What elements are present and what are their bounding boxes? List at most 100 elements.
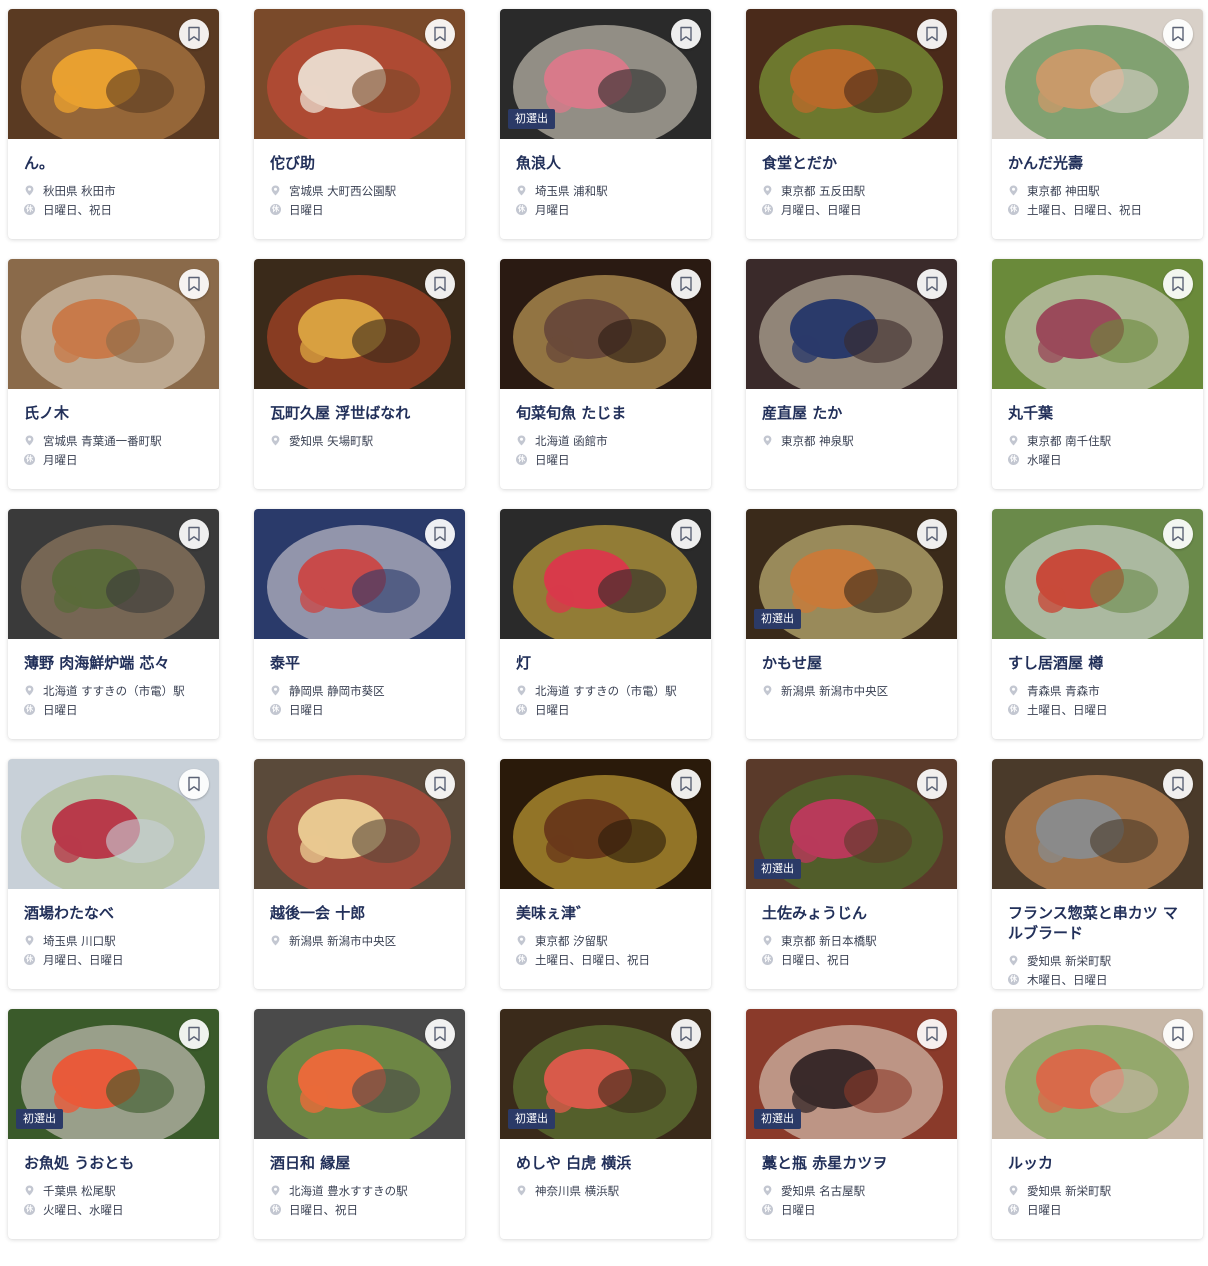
restaurant-card[interactable]: かんだ光壽 東京都 神田駅 休 土曜日、日曜日、祝日 xyxy=(992,9,1203,239)
holiday-row: 休 月曜日 xyxy=(516,200,695,219)
restaurant-name: かもせ屋 xyxy=(762,654,823,672)
bookmark-button[interactable] xyxy=(179,1019,209,1049)
bookmark-button[interactable] xyxy=(179,269,209,299)
holiday-row: 休 土曜日、日曜日、祝日 xyxy=(1008,200,1187,219)
restaurant-card[interactable]: 初選出 めしや 白虎 横浜 神奈川県 横浜駅 xyxy=(500,1009,711,1239)
bookmark-button[interactable] xyxy=(425,769,455,799)
restaurant-photo[interactable] xyxy=(992,509,1203,639)
bookmark-button[interactable] xyxy=(917,769,947,799)
restaurant-name: お魚処 うおとも xyxy=(24,1154,135,1172)
location-text: 埼玉県 浦和駅 xyxy=(535,183,608,198)
restaurant-card[interactable]: 佗び助 宮城県 大町西公園駅 休 日曜日 xyxy=(254,9,465,239)
bookmark-icon xyxy=(680,26,692,42)
location-pin-icon xyxy=(763,435,772,446)
restaurant-card[interactable]: すし居酒屋 樽 青森県 青森市 休 土曜日、日曜日 xyxy=(992,509,1203,739)
bookmark-button[interactable] xyxy=(671,19,701,49)
restaurant-photo[interactable] xyxy=(992,759,1203,889)
holiday-row: 休 月曜日 xyxy=(24,450,203,469)
restaurant-photo[interactable] xyxy=(254,259,465,389)
bookmark-button[interactable] xyxy=(1163,1019,1193,1049)
restaurant-card[interactable]: 瓦町久屋 浮世ばなれ 愛知県 矢場町駅 xyxy=(254,259,465,489)
bookmark-button[interactable] xyxy=(1163,769,1193,799)
restaurant-card[interactable]: 初選出 藁と瓶 赤星カツヲ 愛知県 名古屋駅 休 日曜日 xyxy=(746,1009,957,1239)
restaurant-photo[interactable] xyxy=(992,259,1203,389)
restaurant-card[interactable]: 酒場わたなべ 埼玉県 川口駅 休 月曜日、日曜日 xyxy=(8,759,219,989)
bookmark-button[interactable] xyxy=(1163,519,1193,549)
restaurant-photo[interactable] xyxy=(8,759,219,889)
holiday-text: 日曜日 xyxy=(535,702,570,717)
restaurant-card[interactable]: 氏ノ木 宮城県 青葉通一番町駅 休 月曜日 xyxy=(8,259,219,489)
restaurant-photo[interactable] xyxy=(500,509,711,639)
restaurant-card[interactable]: 初選出 土佐みょうじん 東京都 新日本橋駅 休 日曜日、祝日 xyxy=(746,759,957,989)
location-row: 埼玉県 川口駅 xyxy=(24,931,203,950)
restaurant-card[interactable]: ん。 秋田県 秋田市 休 日曜日、祝日 xyxy=(8,9,219,239)
restaurant-card[interactable]: 越後一会 十郎 新潟県 新潟市中央区 xyxy=(254,759,465,989)
restaurant-photo[interactable] xyxy=(8,509,219,639)
restaurant-card[interactable]: 初選出 魚浪人 埼玉県 浦和駅 休 月曜日 xyxy=(500,9,711,239)
bookmark-button[interactable] xyxy=(671,269,701,299)
bookmark-button[interactable] xyxy=(1163,19,1193,49)
restaurant-card[interactable]: フランス惣菜と串カツ マルブラード 愛知県 新栄町駅 休 木曜日、日曜日 xyxy=(992,759,1203,989)
holiday-icon: 休 xyxy=(270,204,281,215)
bookmark-button[interactable] xyxy=(179,769,209,799)
restaurant-photo[interactable]: 初選出 xyxy=(746,759,957,889)
restaurant-card[interactable]: ルッカ 愛知県 新栄町駅 休 日曜日 xyxy=(992,1009,1203,1239)
restaurant-photo[interactable] xyxy=(992,9,1203,139)
location-pin-icon xyxy=(1009,955,1018,966)
bookmark-button[interactable] xyxy=(917,269,947,299)
bookmark-icon xyxy=(1172,776,1184,792)
bookmark-button[interactable] xyxy=(179,19,209,49)
bookmark-button[interactable] xyxy=(425,1019,455,1049)
restaurant-name: 産直屋 たか xyxy=(762,404,843,422)
location-text: 宮城県 大町西公園駅 xyxy=(289,183,397,198)
restaurant-photo[interactable] xyxy=(500,759,711,889)
restaurant-card[interactable]: 酒日和 縁屋 北海道 豊水すすきの駅 休 日曜日、祝日 xyxy=(254,1009,465,1239)
restaurant-card[interactable]: 初選出 お魚処 うおとも 千葉県 松尾駅 休 火曜日、水曜日 xyxy=(8,1009,219,1239)
restaurant-photo[interactable] xyxy=(746,9,957,139)
bookmark-button[interactable] xyxy=(425,519,455,549)
bookmark-button[interactable] xyxy=(179,519,209,549)
holiday-icon: 休 xyxy=(516,704,527,715)
location-pin-icon xyxy=(517,935,526,946)
holiday-icon: 休 xyxy=(516,204,527,215)
restaurant-card[interactable]: 丸千葉 東京都 南千住駅 休 水曜日 xyxy=(992,259,1203,489)
location-pin-icon xyxy=(1009,435,1018,446)
restaurant-photo[interactable]: 初選出 xyxy=(500,1009,711,1139)
location-text: 静岡県 静岡市葵区 xyxy=(289,683,385,698)
restaurant-card[interactable]: 灯 北海道 すすきの（市電）駅 休 日曜日 xyxy=(500,509,711,739)
bookmark-button[interactable] xyxy=(425,269,455,299)
bookmark-icon xyxy=(188,276,200,292)
holiday-text: 日曜日 xyxy=(535,452,570,467)
restaurant-photo[interactable] xyxy=(254,509,465,639)
bookmark-button[interactable] xyxy=(425,19,455,49)
restaurant-card[interactable]: 薄野 肉海鮮炉端 芯々 北海道 すすきの（市電）駅 休 日曜日 xyxy=(8,509,219,739)
location-text: 東京都 南千住駅 xyxy=(1027,433,1112,448)
holiday-text: 木曜日、日曜日 xyxy=(1027,972,1108,987)
restaurant-photo[interactable] xyxy=(8,259,219,389)
bookmark-button[interactable] xyxy=(1163,269,1193,299)
restaurant-photo[interactable] xyxy=(500,259,711,389)
restaurant-photo[interactable] xyxy=(254,1009,465,1139)
bookmark-button[interactable] xyxy=(917,519,947,549)
restaurant-photo[interactable]: 初選出 xyxy=(8,1009,219,1139)
restaurant-card[interactable]: 泰平 静岡県 静岡市葵区 休 日曜日 xyxy=(254,509,465,739)
restaurant-photo[interactable]: 初選出 xyxy=(746,509,957,639)
bookmark-button[interactable] xyxy=(671,1019,701,1049)
bookmark-button[interactable] xyxy=(671,519,701,549)
restaurant-photo[interactable] xyxy=(254,759,465,889)
restaurant-photo[interactable] xyxy=(8,9,219,139)
restaurant-card[interactable]: 美味ぇ津゛ 東京都 汐留駅 休 土曜日、日曜日、祝日 xyxy=(500,759,711,989)
restaurant-photo[interactable]: 初選出 xyxy=(746,1009,957,1139)
restaurant-photo[interactable] xyxy=(992,1009,1203,1139)
holiday-row: 休 水曜日 xyxy=(1008,450,1187,469)
bookmark-button[interactable] xyxy=(671,769,701,799)
restaurant-photo[interactable]: 初選出 xyxy=(500,9,711,139)
bookmark-button[interactable] xyxy=(917,1019,947,1049)
restaurant-card[interactable]: 初選出 かもせ屋 新潟県 新潟市中央区 xyxy=(746,509,957,739)
bookmark-button[interactable] xyxy=(917,19,947,49)
restaurant-card[interactable]: 旬菜旬魚 たじま 北海道 函館市 休 日曜日 xyxy=(500,259,711,489)
restaurant-photo[interactable] xyxy=(746,259,957,389)
restaurant-photo[interactable] xyxy=(254,9,465,139)
restaurant-card[interactable]: 食堂とだか 東京都 五反田駅 休 月曜日、日曜日 xyxy=(746,9,957,239)
restaurant-card[interactable]: 産直屋 たか 東京都 神泉駅 xyxy=(746,259,957,489)
